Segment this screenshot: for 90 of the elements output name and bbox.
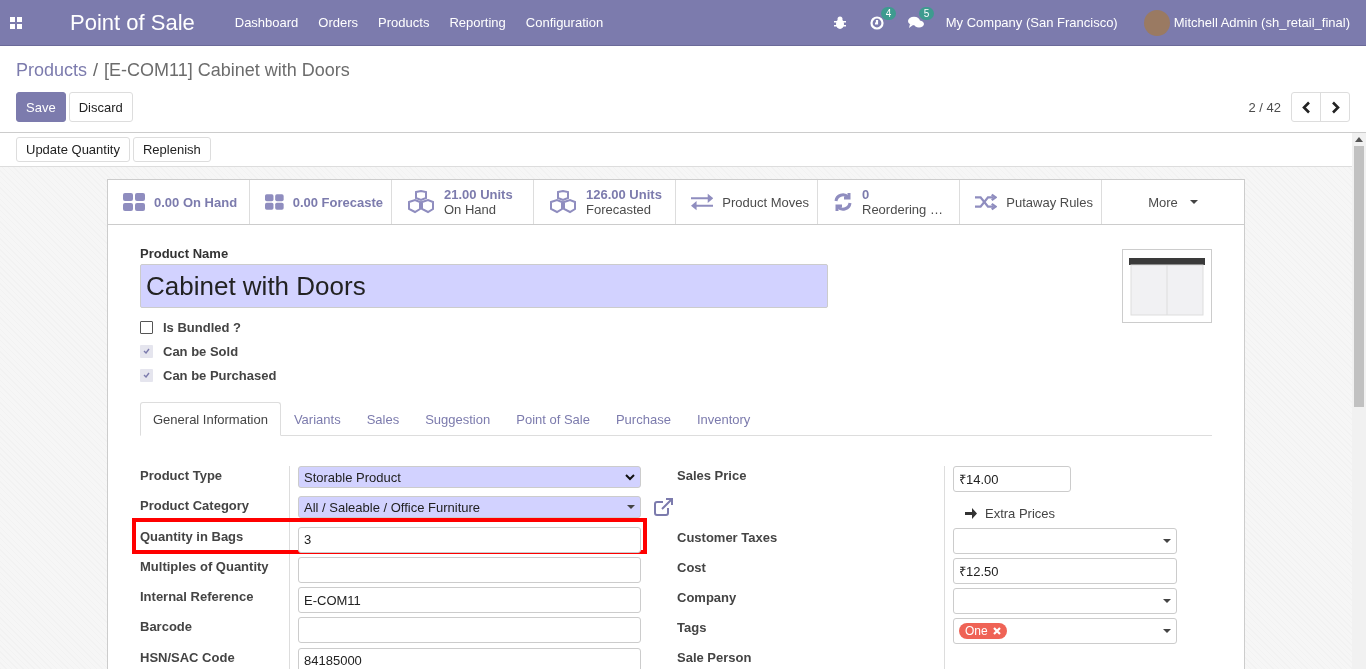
dropdown-field[interactable] bbox=[953, 588, 1177, 614]
field-label: Internal Reference bbox=[140, 587, 290, 618]
menu-item[interactable]: Orders bbox=[308, 15, 369, 30]
tab[interactable]: Point of Sale bbox=[503, 402, 603, 436]
input-field[interactable]: ₹12.50 bbox=[953, 558, 1177, 584]
caret-down-icon[interactable] bbox=[1163, 629, 1171, 633]
header-button[interactable]: Replenish bbox=[132, 137, 211, 162]
field-label: Product Category bbox=[140, 496, 290, 527]
message-count-badge: 5 bbox=[918, 7, 935, 20]
smart-button[interactable]: Putaway Rules bbox=[960, 180, 1102, 224]
field-label: Sale Person bbox=[677, 648, 945, 669]
extra-prices-link[interactable]: Extra Prices bbox=[953, 496, 1056, 524]
scrollbar[interactable] bbox=[1352, 133, 1366, 669]
chevron-left-icon bbox=[1301, 100, 1311, 114]
external-link-icon[interactable] bbox=[654, 498, 674, 517]
select-field[interactable]: Storable Product bbox=[298, 466, 641, 488]
refresh-icon bbox=[833, 192, 853, 212]
pager-value[interactable]: 2 / 42 bbox=[1248, 99, 1281, 115]
breadcrumb-link[interactable]: Products bbox=[16, 59, 88, 81]
tab[interactable]: General Information bbox=[140, 402, 281, 436]
checkmark-icon bbox=[143, 348, 150, 354]
shuffle-icon bbox=[975, 193, 998, 211]
field-label: Customer Taxes bbox=[677, 528, 945, 558]
field-label: Multiples of Quantity bbox=[140, 556, 290, 588]
product-name-field[interactable]: Cabinet with Doors bbox=[140, 264, 828, 308]
more-button[interactable]: More bbox=[1102, 180, 1244, 224]
input-field[interactable]: 3 bbox=[298, 526, 641, 553]
checkbox-label: Can be Purchased bbox=[163, 367, 277, 383]
input-field[interactable]: 84185000 bbox=[298, 647, 641, 669]
tab[interactable]: Sales bbox=[353, 402, 413, 436]
arrow-right-icon bbox=[965, 507, 977, 519]
product-image[interactable] bbox=[1122, 249, 1212, 323]
save-button[interactable]: Save bbox=[16, 92, 66, 122]
menu-item[interactable]: Dashboard bbox=[224, 15, 309, 30]
caret-down-icon bbox=[1189, 200, 1198, 204]
field-label: HSN/SAC Code bbox=[140, 647, 290, 669]
smart-button[interactable]: 21.00 Units On Hand bbox=[392, 180, 534, 224]
chat-icon[interactable] bbox=[907, 16, 924, 29]
user-menu[interactable]: Mitchell Admin (sh_retail_final) bbox=[1173, 15, 1350, 30]
tab[interactable]: Inventory bbox=[683, 402, 764, 436]
cubes-icon bbox=[549, 190, 577, 214]
input-field[interactable]: ₹14.00 bbox=[953, 466, 1071, 492]
scroll-up-icon[interactable] bbox=[1355, 137, 1363, 142]
input-field[interactable]: E-COM11 bbox=[298, 587, 641, 614]
smart-button[interactable]: 0.00 Forecaste bbox=[250, 180, 392, 224]
cubes-icon bbox=[407, 190, 435, 214]
header-button[interactable]: Update Quantity bbox=[16, 137, 130, 162]
menu-item[interactable]: Configuration bbox=[515, 15, 614, 30]
smart-button[interactable]: 0 Reordering … bbox=[818, 180, 960, 224]
breadcrumb-current: [E-COM11] Cabinet with Doors bbox=[104, 59, 350, 81]
activity-count-badge: 4 bbox=[880, 6, 897, 20]
field-label: Cost bbox=[677, 558, 945, 588]
chevron-down-icon[interactable] bbox=[625, 473, 635, 481]
caret-down-icon[interactable] bbox=[627, 505, 635, 510]
grid-icon bbox=[265, 193, 284, 211]
field-label: Product Type bbox=[140, 466, 290, 497]
grid-icon bbox=[123, 193, 145, 211]
field-label: Barcode bbox=[140, 617, 290, 648]
exchange-icon bbox=[691, 193, 714, 211]
tab[interactable]: Variants bbox=[280, 402, 354, 436]
remove-icon[interactable] bbox=[992, 627, 1001, 635]
breadcrumb-separator: / bbox=[93, 59, 99, 81]
input-field[interactable] bbox=[298, 556, 641, 583]
field-label: Sales Price bbox=[677, 466, 945, 496]
menu-item[interactable]: Reporting bbox=[439, 15, 516, 30]
bug-icon[interactable] bbox=[833, 16, 846, 29]
tab[interactable]: Suggestion bbox=[412, 402, 504, 436]
apps-menu-icon[interactable] bbox=[10, 16, 22, 29]
checkmark-icon bbox=[143, 372, 150, 378]
smart-button[interactable]: 0.00 On Hand bbox=[108, 180, 250, 224]
discard-button[interactable]: Discard bbox=[68, 92, 133, 122]
menu-item[interactable]: Products bbox=[368, 15, 440, 30]
dropdown-field[interactable]: All / Saleable / Office Furniture bbox=[298, 496, 641, 519]
clock-icon[interactable] bbox=[869, 15, 884, 30]
checkbox[interactable] bbox=[140, 320, 153, 334]
chevron-right-icon bbox=[1330, 100, 1340, 114]
company-switcher[interactable]: My Company (San Francisco) bbox=[945, 15, 1118, 30]
tab[interactable]: Purchase bbox=[602, 402, 684, 436]
caret-down-icon[interactable] bbox=[1163, 599, 1171, 603]
field-label: Tags bbox=[677, 618, 945, 648]
field-label: Product Name bbox=[140, 246, 230, 261]
checkbox-label: Can be Sold bbox=[163, 343, 239, 359]
smart-button[interactable]: Product Moves bbox=[676, 180, 818, 224]
caret-down-icon[interactable] bbox=[1163, 539, 1171, 543]
smart-button[interactable]: 126.00 Units Forecasted bbox=[534, 180, 676, 224]
checkbox-label: Is Bundled ? bbox=[163, 319, 241, 335]
field-label: Company bbox=[677, 588, 945, 618]
dropdown-field[interactable] bbox=[953, 528, 1177, 554]
app-title[interactable]: Point of Sale bbox=[70, 9, 195, 36]
input-field[interactable] bbox=[298, 617, 641, 644]
